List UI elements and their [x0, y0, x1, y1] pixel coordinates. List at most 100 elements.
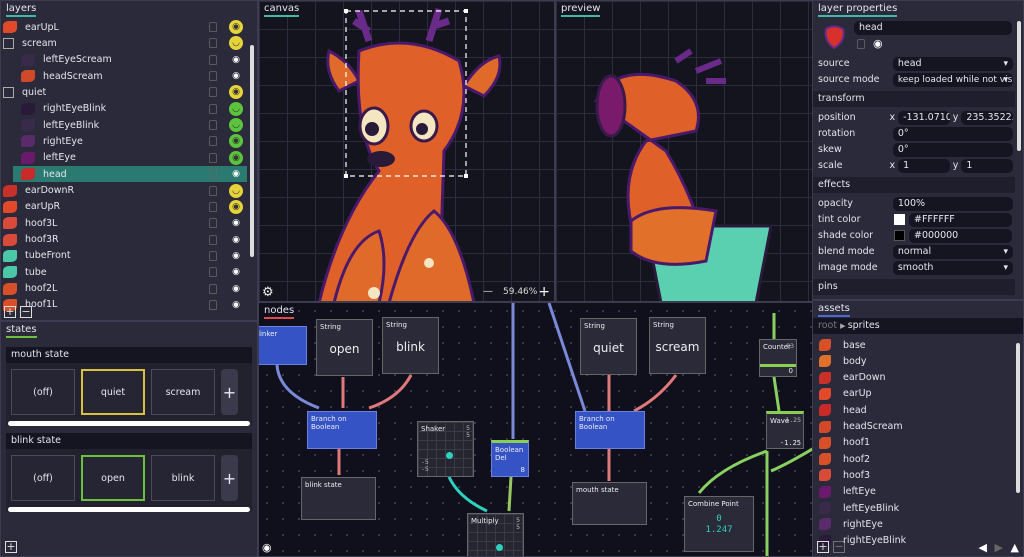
node-string-open[interactable]: String open	[316, 319, 373, 376]
group-checkbox[interactable]	[3, 86, 14, 98]
asset-item[interactable]: body	[819, 353, 867, 369]
preview-view[interactable]: preview	[555, 0, 813, 302]
visibility-eye-icon[interactable]: ◉	[229, 69, 243, 83]
scale-y-input[interactable]: 1	[961, 158, 1013, 173]
layer-row[interactable]: hoof1L ◉	[3, 297, 247, 313]
layer-row[interactable]: hoof3R ◉	[3, 232, 247, 248]
lock-icon[interactable]	[209, 234, 217, 245]
lock-icon[interactable]	[209, 71, 217, 82]
zoom-in-button[interactable]: +	[538, 284, 550, 300]
remove-layer-button[interactable]: −	[20, 306, 32, 318]
node-boolean-delay[interactable]: Boolean Del 8	[491, 440, 529, 477]
source-mode-select[interactable]: keep loaded while not visible	[892, 72, 1013, 87]
canvas-view[interactable]: canvas ⚙ — 59.46% +	[258, 0, 555, 302]
asset-item[interactable]: base	[819, 337, 866, 353]
position-y-input[interactable]: 235.35223	[961, 110, 1013, 125]
next-arrow-icon[interactable]: ▶	[995, 541, 1003, 554]
layer-row[interactable]: earUpR ◉	[3, 199, 247, 215]
node-combine-point[interactable]: Combine Point 0 1.247	[684, 496, 754, 552]
lock-icon[interactable]	[209, 169, 217, 180]
lock-icon[interactable]	[209, 185, 217, 196]
state-option-button[interactable]: open	[81, 455, 145, 501]
pins-section[interactable]: pins	[813, 279, 1015, 295]
visibility-eye-icon[interactable]: ◉	[229, 249, 243, 263]
breadcrumb-root[interactable]: root	[818, 320, 837, 331]
asset-item[interactable]: leftEyeBlink	[819, 500, 899, 516]
layer-row[interactable]: tubeFront ◉	[3, 248, 247, 264]
lock-icon[interactable]	[209, 218, 217, 229]
layer-row[interactable]: hoof2L ◉	[3, 281, 247, 297]
layer-row[interactable]: quiet ◉	[3, 84, 247, 100]
lock-icon[interactable]	[209, 136, 217, 147]
layer-row[interactable]: hoof3L ◉	[3, 215, 247, 231]
node-counter[interactable]: Counter 83 0	[759, 339, 797, 377]
lock-icon[interactable]	[209, 267, 217, 278]
node-blink-state[interactable]: blink state	[301, 477, 376, 520]
assets-scrollbar[interactable]	[1016, 343, 1020, 493]
tint-color-input[interactable]: #FFFFFF	[909, 212, 1012, 227]
rotation-input[interactable]: 0°	[892, 126, 1013, 141]
layer-row[interactable]: earUpL ◉	[3, 19, 247, 35]
state-option-button[interactable]: scream	[151, 369, 215, 415]
canvas-settings-gear-icon[interactable]: ⚙	[262, 285, 274, 300]
asset-item[interactable]: earUp	[819, 386, 872, 402]
previous-arrow-icon[interactable]: ◀	[979, 541, 987, 554]
lock-icon[interactable]	[209, 103, 217, 114]
lock-icon[interactable]	[209, 87, 217, 98]
image-mode-select[interactable]: smooth	[892, 260, 1013, 275]
nodes-visibility-eye-icon[interactable]: ◉	[262, 541, 272, 554]
node-linker[interactable]: linker	[259, 326, 307, 365]
shade-color-input[interactable]: #000000	[909, 228, 1012, 243]
group-checkbox[interactable]	[3, 37, 14, 49]
visibility-eye-icon[interactable]: ◉	[229, 199, 243, 214]
transform-section[interactable]: transform	[813, 91, 1015, 107]
node-mouth-state[interactable]: mouth state	[572, 482, 647, 525]
asset-item[interactable]: headScream	[819, 419, 903, 435]
lock-icon[interactable]	[209, 283, 217, 294]
node-wave[interactable]: Wave 1.25 -1.25	[766, 411, 804, 449]
node-shaker[interactable]: Shaker 5 5 -5 -5	[417, 421, 474, 477]
asset-item[interactable]: rightEye	[819, 516, 883, 532]
opacity-input[interactable]: 100%	[892, 196, 1013, 211]
lock-icon[interactable]	[209, 201, 217, 212]
position-x-input[interactable]: -131.07107	[898, 110, 950, 125]
add-layer-button[interactable]: +	[4, 306, 16, 318]
scale-x-input[interactable]: 1	[898, 158, 950, 173]
state-smile-icon[interactable]: ◡	[229, 101, 243, 116]
lock-icon[interactable]	[209, 120, 217, 131]
lock-icon[interactable]	[857, 39, 865, 49]
lock-icon[interactable]	[209, 250, 217, 261]
nodes-editor[interactable]: nodes linker String open String blink Bran…	[258, 302, 813, 557]
up-arrow-icon[interactable]: ▲	[1011, 541, 1019, 554]
node-multiply[interactable]: Multiply 5 5	[467, 513, 524, 556]
skew-input[interactable]: 0°	[892, 142, 1013, 157]
visibility-eye-icon[interactable]: ◉	[229, 20, 243, 34]
state-option-button[interactable]: blink	[151, 455, 215, 501]
layer-row[interactable]: leftEyeScream ◉	[13, 52, 247, 68]
source-select[interactable]: head	[892, 56, 1013, 71]
add-asset-button[interactable]: +	[817, 541, 829, 553]
asset-item[interactable]: hoof1	[819, 435, 870, 451]
breadcrumb-current[interactable]: sprites	[848, 320, 880, 331]
node-branch-on-boolean-blink[interactable]: Branch on Boolean	[307, 411, 377, 449]
layer-row[interactable]: rightEyeBlink ◡	[13, 101, 247, 117]
add-state-group-button[interactable]: +	[5, 541, 17, 553]
state-option-button[interactable]: (off)	[11, 455, 75, 501]
lock-icon[interactable]	[209, 54, 217, 65]
state-smile-icon[interactable]: ◡	[229, 118, 243, 133]
lock-icon[interactable]	[209, 299, 217, 310]
layer-row[interactable]: tube ◉	[3, 264, 247, 280]
state-slider[interactable]	[8, 507, 250, 512]
layers-scrollbar[interactable]	[250, 45, 254, 257]
asset-item[interactable]: hoof2	[819, 451, 870, 467]
state-option-button[interactable]: (off)	[11, 369, 75, 415]
layer-row[interactable]: headScream ◉	[13, 68, 247, 84]
asset-item[interactable]: earDown	[819, 370, 886, 386]
visibility-eye-icon[interactable]: ◉	[873, 37, 883, 50]
visibility-eye-icon[interactable]: ◉	[229, 233, 243, 247]
shade-color-swatch[interactable]	[894, 230, 905, 241]
layer-row[interactable]: scream ◡	[3, 35, 247, 51]
layer-row[interactable]: earDownR ◡	[3, 183, 247, 199]
properties-scrollbar[interactable]	[1017, 21, 1021, 151]
state-option-button[interactable]: quiet	[81, 369, 145, 415]
